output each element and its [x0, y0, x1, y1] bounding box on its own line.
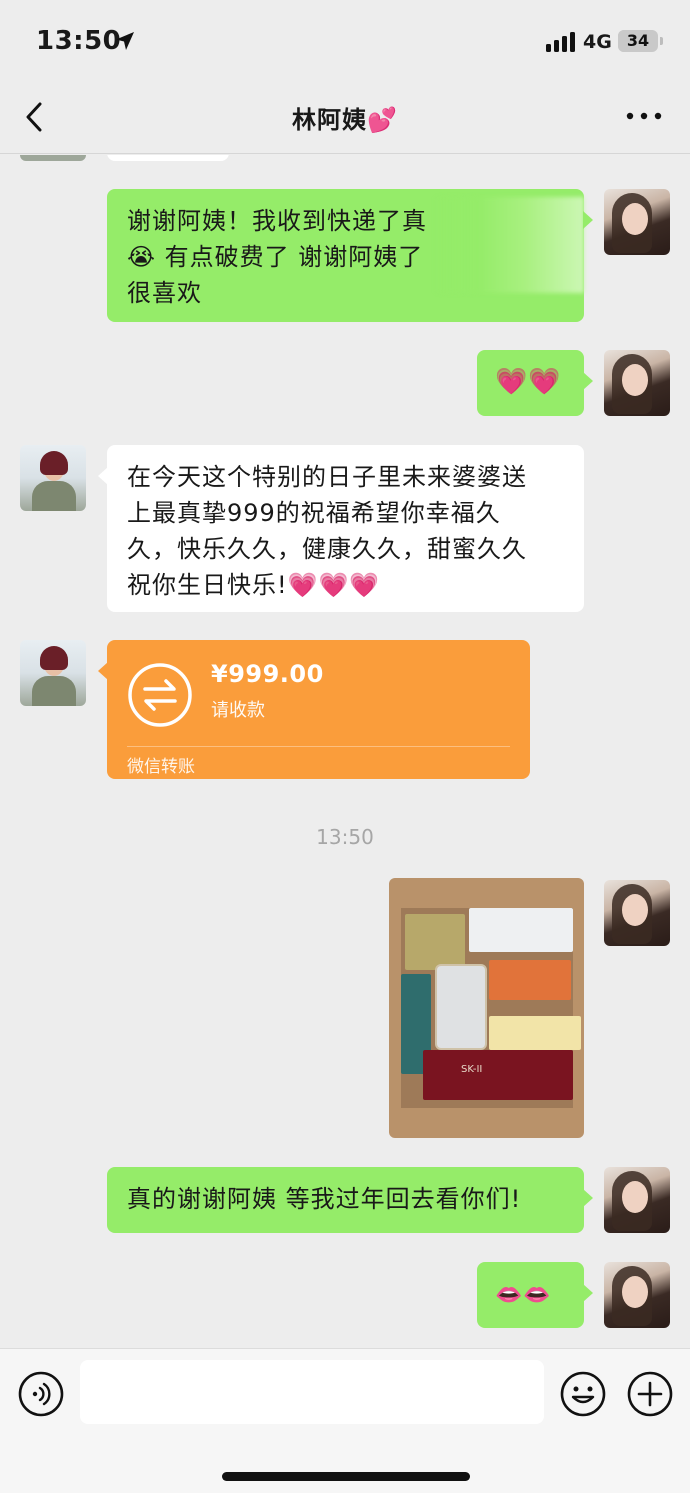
blurred-text-overlay — [434, 197, 584, 293]
bubble-tail — [98, 662, 108, 680]
avatar-face — [622, 1276, 648, 1308]
message-text: 👄👄 — [495, 1283, 552, 1308]
network-type: 4G — [583, 31, 612, 53]
bubble-tail — [583, 211, 593, 229]
photo-box-label: SK-II — [461, 1064, 483, 1075]
emoji-icon[interactable] — [560, 1371, 606, 1417]
message-bubble-self[interactable]: 谢谢阿姨！我收到快递了真 😭 有点破费了 谢谢阿姨了 很喜欢 — [107, 189, 593, 322]
avatar-self[interactable] — [604, 1167, 670, 1233]
status-time: 13:50 — [36, 26, 122, 56]
divider — [127, 746, 510, 747]
avatar-hair — [40, 646, 68, 670]
message-bubble-other[interactable]: 在今天这个特别的日子里未来婆婆送 上最真挚999的祝福希望你幸福久 久，快乐久久… — [98, 445, 584, 612]
message-bubble-self[interactable]: 真的谢谢阿姨 等我过年回去看你们! — [107, 1167, 593, 1233]
message-bubble-self[interactable]: 💗💗 — [477, 350, 593, 416]
message-bubble-partial[interactable] — [107, 155, 229, 161]
avatar-face — [622, 203, 648, 235]
message-text: 真的谢谢阿姨 等我过年回去看你们! — [127, 1185, 522, 1213]
photo-white-box — [469, 908, 573, 952]
chat-input-bar — [0, 1348, 690, 1493]
chat-timestamp: 13:50 — [316, 825, 374, 849]
photo-message[interactable]: SK-II — [389, 878, 584, 1138]
bubble-tail — [583, 1284, 593, 1302]
avatar-hair — [40, 451, 68, 475]
avatar-self[interactable] — [604, 1262, 670, 1328]
avatar-aunt[interactable] — [20, 445, 86, 511]
message-text: 💗💗 — [495, 367, 562, 397]
battery-icon: 34 — [618, 30, 658, 52]
battery-cap — [660, 37, 663, 45]
home-indicator — [222, 1472, 470, 1481]
bubble-tail — [583, 1189, 593, 1207]
status-bar: 13:50 4G 34 — [0, 0, 690, 80]
photo-yellow-box — [489, 1016, 581, 1050]
photo-orange-box — [489, 960, 571, 1000]
transfer-source: 微信转账 — [127, 757, 195, 777]
message-line: 久，快乐久久，健康久久，甜蜜久久 — [127, 535, 527, 563]
avatar-aunt-partial[interactable] — [20, 155, 86, 161]
photo-phone — [435, 964, 487, 1050]
transfer-status: 请收款 — [211, 700, 265, 721]
bubble-tail — [583, 372, 593, 390]
chat-title: 林阿姨💕 — [292, 106, 398, 134]
message-input[interactable] — [80, 1360, 544, 1424]
location-arrow-icon — [116, 32, 134, 50]
message-line: 在今天这个特别的日子里未来婆婆送 — [127, 463, 527, 491]
photo-gift-box — [405, 914, 465, 970]
avatar-self[interactable] — [604, 189, 670, 255]
more-dots-icon[interactable] — [626, 108, 662, 124]
avatar-body — [32, 676, 76, 706]
avatar-face — [622, 1181, 648, 1213]
message-line: 祝你生日快乐!💗💗💗 — [127, 571, 381, 599]
avatar-body — [32, 481, 76, 511]
transfer-card[interactable]: ¥999.00 请收款 微信转账 — [98, 640, 530, 779]
message-list[interactable]: 谢谢阿姨！我收到快递了真 😭 有点破费了 谢谢阿姨了 很喜欢 💗💗 在今天这个特… — [0, 155, 690, 1348]
message-line: 上最真挚999的祝福希望你幸福久 — [127, 499, 501, 527]
avatar-face — [622, 364, 648, 396]
plus-icon[interactable] — [627, 1371, 673, 1417]
avatar-face — [622, 894, 648, 926]
voice-icon[interactable] — [18, 1371, 64, 1417]
photo-red-box: SK-II — [423, 1050, 573, 1100]
avatar-aunt[interactable] — [20, 640, 86, 706]
bubble-tail — [98, 467, 108, 485]
battery-level: 34 — [626, 31, 650, 50]
message-bubble-self[interactable]: 👄👄 — [477, 1262, 593, 1328]
avatar-self[interactable] — [604, 350, 670, 416]
avatar-self[interactable] — [604, 880, 670, 946]
signal-icon — [546, 32, 575, 52]
transfer-arrows-icon — [128, 663, 192, 727]
chat-nav-bar: 林阿姨💕 — [0, 80, 690, 154]
transfer-amount: ¥999.00 — [211, 660, 324, 688]
